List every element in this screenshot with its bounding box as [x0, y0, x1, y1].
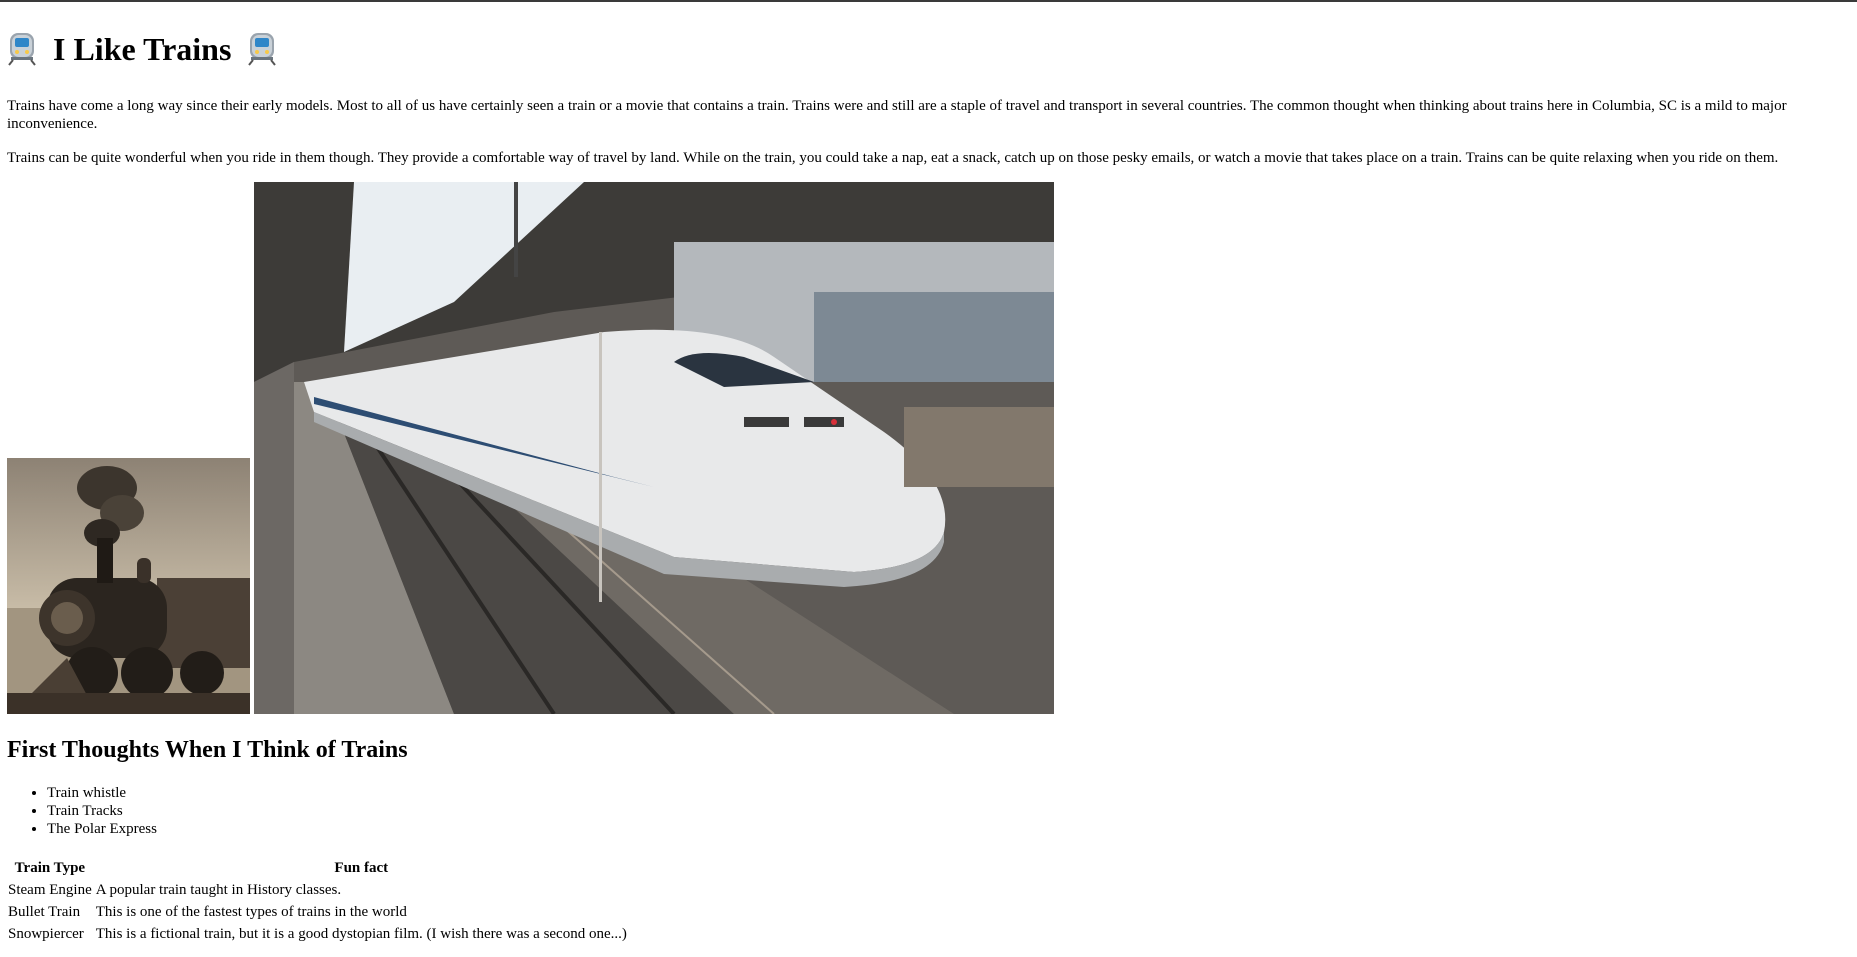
table-row: Steam Engine A popular train taught in H… — [7, 880, 628, 900]
table-cell: Steam Engine — [8, 882, 92, 898]
table-cell: This is a fictional train, but it is a g… — [95, 926, 627, 942]
train-facts-table: Train Type Fun fact Steam Engine A popul… — [5, 856, 630, 946]
train-front-icon — [247, 32, 277, 66]
train-front-icon — [7, 32, 37, 66]
table-row: Bullet Train This is one of the fastest … — [7, 902, 628, 922]
table-header-row: Train Type Fun fact — [7, 858, 628, 878]
column-header-train-type: Train Type — [14, 860, 86, 876]
bullet-train-photo — [254, 182, 1054, 714]
column-header-fun-fact: Fun fact — [334, 860, 389, 876]
table-row: Snowpiercer This is a fictional train, b… — [7, 924, 628, 944]
intro-paragraph-1: Trains have come a long way since their … — [7, 98, 1787, 132]
list-item: Train whistle — [47, 784, 1850, 802]
table-cell: Bullet Train — [8, 904, 81, 920]
thoughts-list: Train whistle Train Tracks The Polar Exp… — [7, 784, 1850, 838]
thoughts-heading: First Thoughts When I Think of Trains — [7, 737, 408, 763]
table-cell: A popular train taught in History classe… — [95, 882, 342, 898]
list-item: The Polar Express — [47, 820, 1850, 838]
list-item: Train Tracks — [47, 802, 1850, 820]
photo-row — [7, 182, 1850, 714]
page-title-row: I Like Trains — [7, 30, 1850, 68]
table-cell: Snowpiercer — [8, 926, 84, 942]
steam-locomotive-photo — [7, 458, 250, 714]
page-title: I Like Trains — [53, 31, 232, 67]
page: I Like Trains Trains have come a long wa… — [0, 30, 1857, 946]
intro-paragraph-2: Trains can be quite wonderful when you r… — [7, 150, 1779, 166]
table-cell: This is one of the fastest types of trai… — [95, 904, 407, 920]
